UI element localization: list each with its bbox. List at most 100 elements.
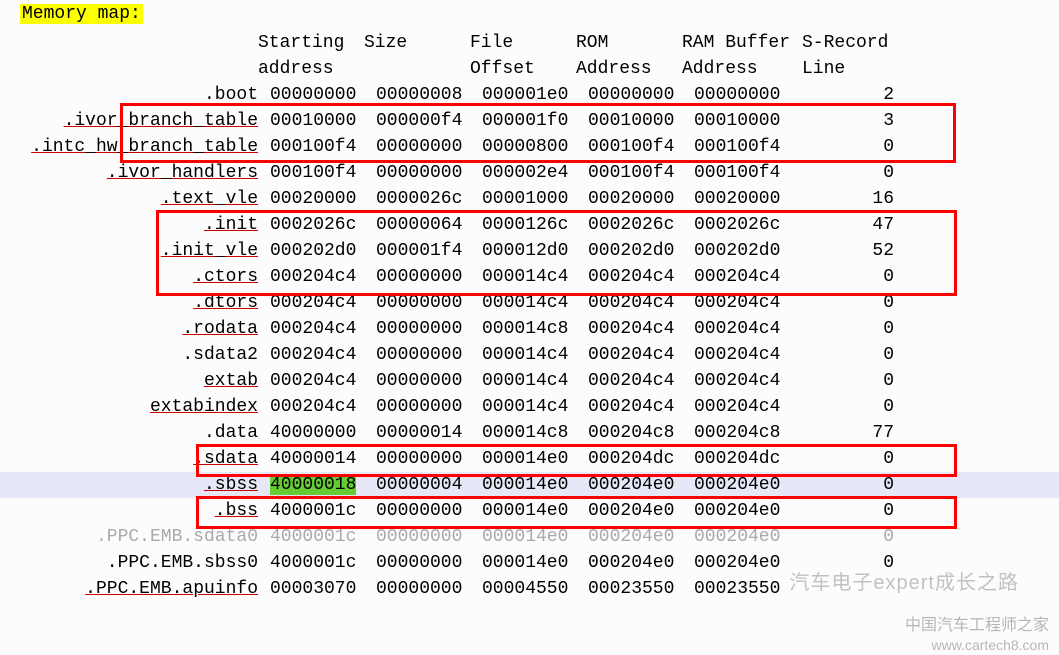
section-name: .intc_hw_branch_table [0,134,264,160]
cell-c6: 3 [794,108,914,134]
cell-c5: 000204c4 [688,290,794,316]
cell-c6: 77 [794,420,914,446]
cell-c1: 000100f4 [264,160,370,186]
header-address3: Address [682,56,802,82]
cell-c5: 0002026c [688,212,794,238]
cell-c1: 000100f4 [264,134,370,160]
memory-row: .intc_hw_branch_table000100f400000000000… [0,134,1059,160]
memory-row: .sbss4000001800000004000014e0000204e0000… [0,472,1059,498]
cell-c1: 000204c4 [264,316,370,342]
memory-row: .init_vle000202d0000001f4000012d0000202d… [0,238,1059,264]
cell-c6: 0 [794,472,914,498]
cell-c2: 00000000 [370,264,476,290]
header-line: Line [802,56,902,82]
cell-c5: 000204e0 [688,524,794,550]
cell-c6: 0 [794,160,914,186]
cell-c5: 000204c8 [688,420,794,446]
cell-c4: 00000000 [582,82,688,108]
cell-c2: 00000000 [370,290,476,316]
cell-c4: 00020000 [582,186,688,212]
cell-c5: 000100f4 [688,134,794,160]
cell-c4: 0002026c [582,212,688,238]
cell-c6: 0 [794,498,914,524]
cell-c3: 00001000 [476,186,582,212]
section-name: .PPC.EMB.sbss0 [0,550,264,576]
cell-c6: 52 [794,238,914,264]
cell-c4: 000204e0 [582,550,688,576]
cell-c3: 000014c4 [476,368,582,394]
section-name: .sdata2 [0,342,264,368]
cell-c2: 00000000 [370,368,476,394]
cell-c3: 000014c4 [476,290,582,316]
cell-c2: 00000000 [370,576,476,602]
cell-c4: 00023550 [582,576,688,602]
section-name: extab [0,368,264,394]
memory-row: .ivor_branch_table00010000000000f4000001… [0,108,1059,134]
header-address: address [258,56,364,82]
cell-c5: 000204e0 [688,498,794,524]
cell-c5: 000100f4 [688,160,794,186]
section-name: .PPC.EMB.sdata0 [0,524,264,550]
memory-row: .init0002026c000000640000126c0002026c000… [0,212,1059,238]
memory-row: .boot0000000000000008000001e000000000000… [0,82,1059,108]
cell-c3: 000001f0 [476,108,582,134]
cell-c1: 000204c4 [264,342,370,368]
memory-row: .PPC.EMB.sdata04000001c00000000000014e00… [0,524,1059,550]
section-name: .rodata [0,316,264,342]
cell-c3: 00000800 [476,134,582,160]
memory-row: .rodata000204c400000000000014c8000204c40… [0,316,1059,342]
cell-c2: 0000026c [370,186,476,212]
cell-c4: 000204c4 [582,342,688,368]
cell-c2: 00000000 [370,446,476,472]
cell-c2: 00000000 [370,134,476,160]
section-name: .ivor_branch_table [0,108,264,134]
cell-c4: 000204e0 [582,524,688,550]
watermark-channel: 汽车电子expert成长之路 [789,566,1019,595]
memory-row: .dtors000204c400000000000014c4000204c400… [0,290,1059,316]
header-offset: Offset [470,56,576,82]
section-name: .text_vle [0,186,264,212]
header-file: File [470,30,576,56]
cell-c3: 000014e0 [476,446,582,472]
memory-row: .sdata4000001400000000000014e0000204dc00… [0,446,1059,472]
header-size: Size [364,30,470,56]
cell-c3: 000014c4 [476,342,582,368]
cell-c1: 00020000 [264,186,370,212]
cell-c5: 000204e0 [688,550,794,576]
cell-c1: 000204c4 [264,368,370,394]
cell-c3: 000002e4 [476,160,582,186]
cell-c3: 000012d0 [476,238,582,264]
cell-c3: 000001e0 [476,82,582,108]
cell-c2: 00000014 [370,420,476,446]
cell-c3: 00004550 [476,576,582,602]
header-row-1: Starting Size File ROM RAM Buffer S-Reco… [0,30,1059,56]
header-rom: ROM [576,30,682,56]
cell-c5: 000204dc [688,446,794,472]
cell-c2: 00000000 [370,160,476,186]
cell-c2: 00000064 [370,212,476,238]
header-srecord: S-Record [802,30,902,56]
cell-c4: 000204e0 [582,472,688,498]
cell-c5: 000204c4 [688,316,794,342]
cell-c1: 40000000 [264,420,370,446]
cell-c1: 4000001c [264,550,370,576]
section-name: .sdata [0,446,264,472]
cell-c6: 0 [794,394,914,420]
memory-map-table: Starting Size File ROM RAM Buffer S-Reco… [0,30,1059,602]
section-name: .ivor_handlers [0,160,264,186]
cell-c5: 000204c4 [688,342,794,368]
cell-c6: 0 [794,368,914,394]
title: Memory map: [20,4,143,24]
cell-c4: 000100f4 [582,160,688,186]
cell-c2: 00000000 [370,316,476,342]
memory-row: .ivor_handlers000100f400000000000002e400… [0,160,1059,186]
cell-c6: 16 [794,186,914,212]
cell-c3: 000014e0 [476,498,582,524]
header-starting: Starting [258,30,364,56]
cell-c2: 00000000 [370,342,476,368]
cell-c4: 000100f4 [582,134,688,160]
cell-c6: 0 [794,524,914,550]
memory-row: .ctors000204c400000000000014c4000204c400… [0,264,1059,290]
section-name: .ctors [0,264,264,290]
cell-c4: 000204c4 [582,290,688,316]
